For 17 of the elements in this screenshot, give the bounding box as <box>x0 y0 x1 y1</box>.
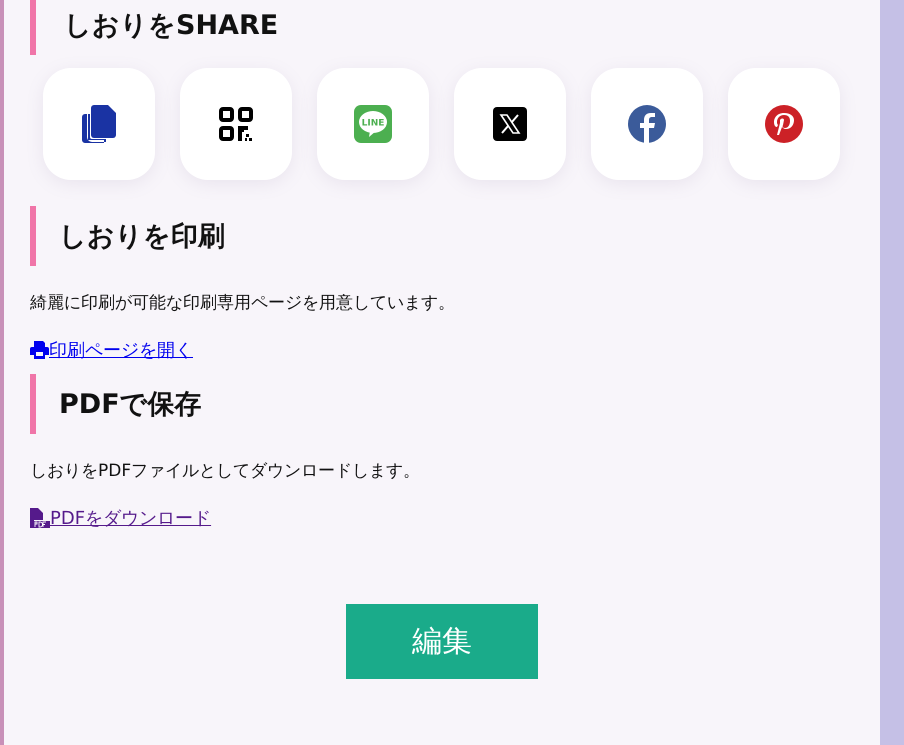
section-heading: しおりを印刷 <box>30 206 854 266</box>
share-button[interactable] <box>180 68 292 180</box>
pdf-file-icon <box>30 508 50 528</box>
copy-icon <box>82 105 116 143</box>
x-logo-icon <box>493 107 527 141</box>
share-button[interactable] <box>591 68 703 180</box>
share-button[interactable] <box>43 68 155 180</box>
pinterest-logo-icon <box>765 105 803 143</box>
facebook-logo-icon <box>628 105 666 143</box>
qr-code-icon <box>219 107 253 141</box>
section-heading: PDFで保存 <box>30 374 854 434</box>
line-logo-icon: LINE <box>354 105 392 143</box>
printer-icon <box>30 341 49 359</box>
section-heading: しおりをSHARE <box>30 0 854 55</box>
section-description: しおりをPDFファイルとしてダウンロードします。 <box>30 460 422 483</box>
share-button[interactable] <box>454 68 566 180</box>
section-description: 綺麗に印刷が可能な印刷専用ページを用意しています。 <box>30 292 456 315</box>
